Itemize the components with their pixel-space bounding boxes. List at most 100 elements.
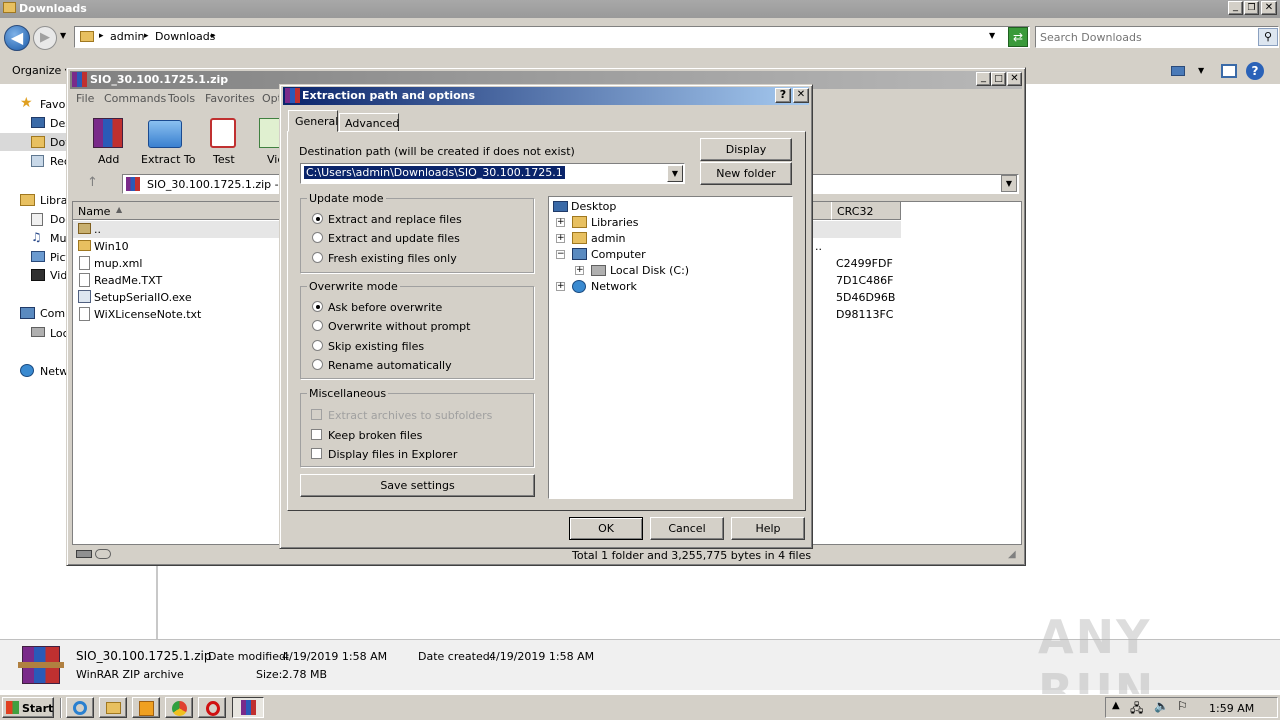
folder-tree[interactable]: Desktop + Libraries + admin − Computer +… <box>548 196 793 499</box>
radio-ask-before-overwrite-label[interactable]: Ask before overwrite <box>328 301 442 314</box>
change-view-icon[interactable] <box>1171 66 1185 76</box>
clock[interactable]: 1:59 AM <box>1209 702 1254 715</box>
tree-item-local-disk[interactable]: Local Disk (C:) <box>610 264 689 277</box>
dialog-help-button[interactable]: ? <box>775 88 791 103</box>
radio-fresh-existing-label[interactable]: Fresh existing files only <box>328 252 457 265</box>
radio-fresh-existing[interactable] <box>312 252 323 263</box>
menu-file[interactable]: File <box>76 92 94 105</box>
explorer-maximize-button[interactable]: ❐ <box>1244 1 1259 15</box>
breadcrumb-admin[interactable]: admin <box>110 30 144 43</box>
winrar-close-button[interactable]: ✕ <box>1007 72 1022 86</box>
explorer-close-button[interactable]: ✕ <box>1261 1 1277 15</box>
help-icon[interactable]: ? <box>1246 62 1264 80</box>
radio-skip-existing[interactable] <box>312 340 323 351</box>
tray-expand-icon[interactable]: ▲ <box>1112 700 1120 711</box>
sidebar-item-libraries[interactable]: Libra <box>40 194 67 207</box>
history-dropdown-icon[interactable]: ▼ <box>60 31 66 40</box>
file-icon <box>79 307 90 321</box>
checkbox-keep-broken-files[interactable] <box>311 429 322 440</box>
sidebar-item-videos[interactable]: Vid <box>50 269 67 282</box>
forward-button[interactable]: ▶ <box>33 26 57 50</box>
destination-combo[interactable]: C:\Users\admin\Downloads\SIO_30.100.1725… <box>300 163 685 184</box>
expand-libraries-icon[interactable]: + <box>556 218 565 227</box>
view-dropdown-icon[interactable]: ▼ <box>1198 66 1204 75</box>
ok-button[interactable]: OK <box>569 517 643 540</box>
back-button[interactable]: ◀ <box>4 25 30 51</box>
up-folder-icon[interactable]: ↑ <box>87 175 98 190</box>
radio-rename-automatically[interactable] <box>312 359 323 370</box>
display-button[interactable]: Display <box>700 138 792 161</box>
menu-tools[interactable]: Tools <box>168 92 195 105</box>
dialog-close-button[interactable]: ✕ <box>793 88 809 103</box>
destination-path-input[interactable]: C:\Users\admin\Downloads\SIO_30.100.1725… <box>304 166 565 179</box>
cancel-button[interactable]: Cancel <box>650 517 724 540</box>
tree-item-desktop[interactable]: Desktop <box>571 200 616 213</box>
tree-item-admin[interactable]: admin <box>591 232 625 245</box>
checkbox-display-files-in-explorer[interactable] <box>311 448 322 459</box>
organize-button[interactable]: Organize ▼ <box>12 64 71 77</box>
resize-grip-icon[interactable]: ◢ <box>1008 549 1016 560</box>
expand-admin-icon[interactable]: + <box>556 234 565 243</box>
checkbox-extract-to-subfolders-label[interactable]: Extract archives to subfolders <box>328 409 492 422</box>
taskbar-opera-button[interactable] <box>198 697 226 718</box>
toolbar-view[interactable]: Vie <box>255 116 284 168</box>
expand-network-icon[interactable]: + <box>556 282 565 291</box>
tab-general[interactable]: General <box>288 110 338 132</box>
menu-commands[interactable]: Commands <box>104 92 166 105</box>
radio-overwrite-without-prompt[interactable] <box>312 320 323 331</box>
explorer-minimize-button[interactable]: _ <box>1228 1 1243 15</box>
save-settings-button[interactable]: Save settings <box>300 474 535 497</box>
address-bar[interactable]: ▸ admin ▸ Downloads ▸ ▼ <box>74 26 1030 48</box>
column-header-name[interactable]: Name ▲ <box>73 202 283 220</box>
flag-icon[interactable]: ⚐ <box>1177 699 1188 713</box>
preview-pane-icon[interactable] <box>1221 64 1237 78</box>
search-box[interactable]: ⚲ <box>1035 26 1279 48</box>
start-button[interactable]: Start <box>2 697 54 718</box>
path-dropdown-button[interactable]: ▼ <box>1001 175 1017 192</box>
column-header-crc[interactable]: CRC32 <box>831 202 901 220</box>
tree-item-libraries[interactable]: Libraries <box>591 216 639 229</box>
radio-ask-before-overwrite[interactable] <box>312 301 323 312</box>
taskbar-ie-button[interactable] <box>66 697 94 718</box>
taskbar-explorer-button[interactable] <box>99 697 127 718</box>
breadcrumb-downloads[interactable]: Downloads <box>155 30 215 43</box>
radio-extract-replace-label[interactable]: Extract and replace files <box>328 213 462 226</box>
winrar-maximize-button[interactable]: □ <box>991 72 1006 86</box>
sidebar-item-favorites[interactable]: Favo <box>40 98 65 111</box>
dialog-title: Extraction path and options <box>302 89 476 102</box>
sidebar-item-network[interactable]: Netw <box>40 365 68 378</box>
radio-skip-existing-label[interactable]: Skip existing files <box>328 340 424 353</box>
tab-advanced[interactable]: Advanced <box>339 113 399 132</box>
checkbox-extract-to-subfolders[interactable] <box>311 409 322 420</box>
volume-icon[interactable]: 🔈 <box>1154 699 1169 713</box>
winrar-minimize-button[interactable]: _ <box>976 72 991 86</box>
taskbar-winrar-button[interactable] <box>232 697 264 718</box>
menu-favorites[interactable]: Favorites <box>205 92 255 105</box>
radio-extract-update[interactable] <box>312 232 323 243</box>
tree-item-computer[interactable]: Computer <box>591 248 646 261</box>
search-icon[interactable]: ⚲ <box>1258 28 1278 46</box>
taskbar-media-button[interactable] <box>132 697 160 718</box>
taskbar-chrome-button[interactable] <box>165 697 193 718</box>
radio-overwrite-without-prompt-label[interactable]: Overwrite without prompt <box>328 320 470 333</box>
address-dropdown-icon[interactable]: ▼ <box>989 31 995 40</box>
radio-rename-automatically-label[interactable]: Rename automatically <box>328 359 452 372</box>
checkbox-display-files-in-explorer-label[interactable]: Display files in Explorer <box>328 448 457 461</box>
new-folder-button[interactable]: New folder <box>700 162 792 185</box>
toolbar-extract-to[interactable]: Extract To <box>137 116 195 168</box>
radio-extract-update-label[interactable]: Extract and update files <box>328 232 460 245</box>
search-input[interactable] <box>1040 29 1250 45</box>
toolbar-test[interactable]: Test <box>205 116 241 168</box>
collapse-computer-icon[interactable]: − <box>556 250 565 259</box>
help-button[interactable]: Help <box>731 517 805 540</box>
refresh-button[interactable]: ⇄ <box>1008 27 1028 47</box>
tree-item-network[interactable]: Network <box>591 280 637 293</box>
key-icon[interactable] <box>95 549 111 559</box>
radio-extract-replace[interactable] <box>312 213 323 224</box>
checkbox-keep-broken-files-label[interactable]: Keep broken files <box>328 429 422 442</box>
destination-dropdown-button[interactable]: ▼ <box>667 165 683 182</box>
expand-local-disk-icon[interactable]: + <box>575 266 584 275</box>
drive-status-icon[interactable] <box>76 550 92 558</box>
network-tray-icon[interactable]: 🖧 <box>1130 699 1143 720</box>
toolbar-add[interactable]: Add <box>87 116 129 168</box>
